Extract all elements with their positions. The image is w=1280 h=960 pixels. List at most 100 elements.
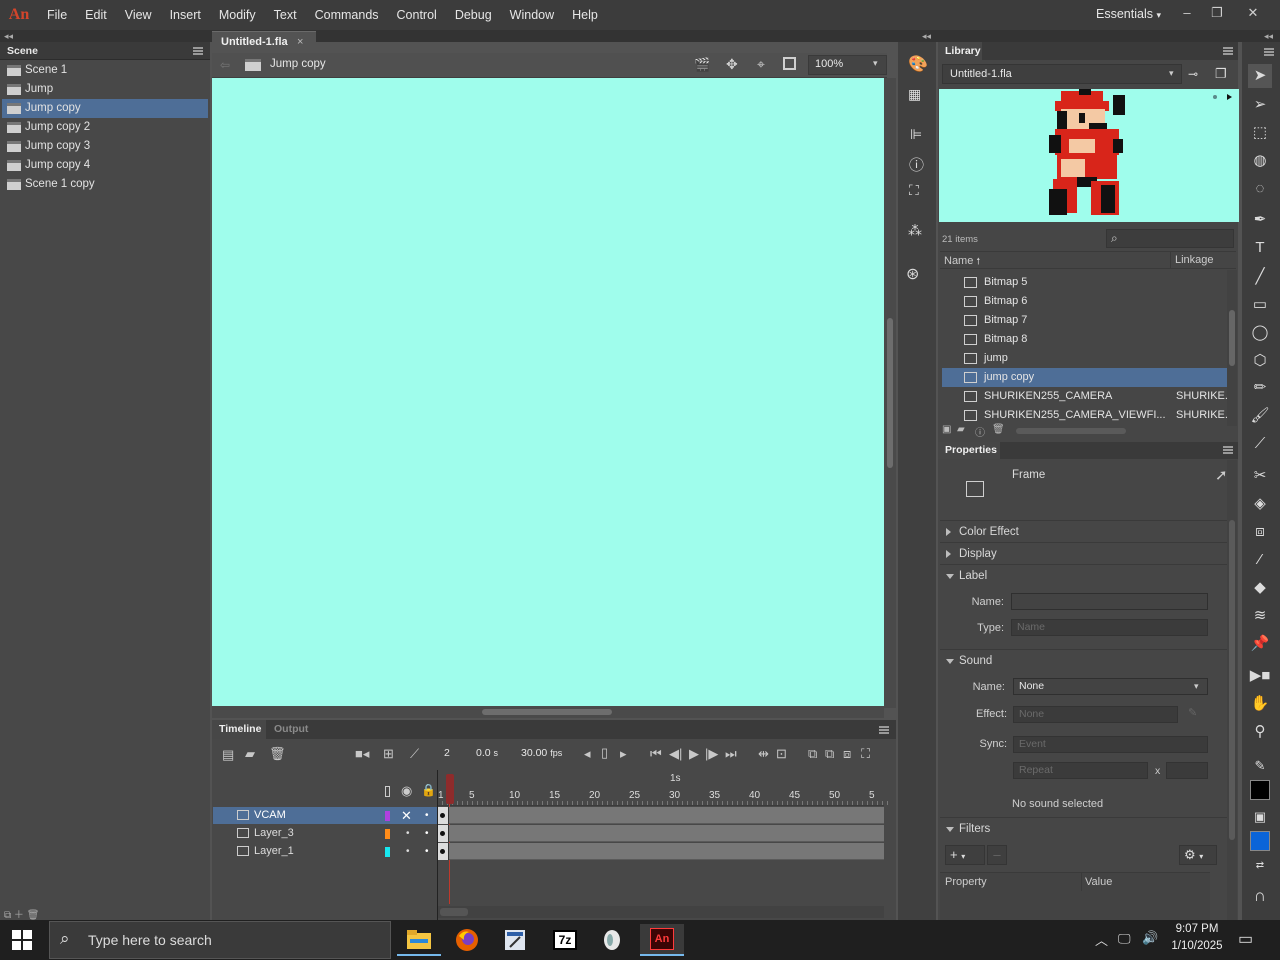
add-filter-button[interactable]: + ▾ — [945, 845, 985, 865]
section-sound[interactable]: Sound — [940, 649, 1228, 671]
taskbar-search[interactable]: ⌕ Type here to search — [49, 921, 391, 959]
info-icon[interactable]: ⓘ — [909, 154, 924, 175]
current-frame-value[interactable]: 2 — [444, 747, 450, 759]
menu-help[interactable]: Help — [563, 0, 607, 30]
menu-view[interactable]: View — [116, 0, 161, 30]
tools-menu-icon[interactable] — [1264, 48, 1274, 56]
outline-toggle-icon[interactable] — [385, 786, 390, 797]
menu-control[interactable]: Control — [388, 0, 446, 30]
sync-select[interactable]: Event — [1013, 736, 1208, 753]
visibility-dot-icon[interactable]: • — [406, 843, 410, 860]
timeline-scrollbar[interactable] — [438, 906, 884, 918]
network-icon[interactable]: 🖵 — [1118, 931, 1131, 947]
volume-icon[interactable]: 🔊 — [1142, 930, 1158, 946]
pen-tool-icon[interactable]: ✒ — [1248, 208, 1272, 232]
layer-color-swatch[interactable] — [385, 811, 390, 821]
library-h-scroll-thumb[interactable] — [1016, 428, 1126, 434]
scene-item[interactable]: Scene 1 copy — [2, 175, 208, 194]
document-tab[interactable]: Untitled-1.fla × — [212, 31, 316, 53]
hand-tool-icon[interactable]: ✋ — [1248, 692, 1272, 716]
lock-icon[interactable]: 🔒 — [421, 783, 436, 797]
label-name-input[interactable] — [1011, 593, 1208, 610]
swap-colors-icon[interactable]: ⇄ — [1248, 854, 1272, 878]
layer-row[interactable]: VCAM ✕ • — [213, 807, 437, 824]
keyframe[interactable] — [438, 807, 449, 824]
library-item[interactable]: jump copy — [942, 368, 1227, 387]
clock-date[interactable]: 1/10/2025 — [1166, 940, 1228, 952]
ink-bottle-tool-icon[interactable]: ⧈ — [1248, 520, 1272, 544]
frame-track[interactable] — [438, 825, 884, 842]
section-label[interactable]: Label — [940, 564, 1228, 586]
collapse-mid-icon[interactable]: ◂◂ — [922, 31, 931, 42]
text-tool-icon[interactable]: T — [1248, 236, 1272, 260]
workspace-switcher[interactable]: Essentials ▾ — [1096, 0, 1161, 30]
last-frame-icon[interactable]: ⏭ — [725, 746, 737, 762]
7zip-icon[interactable]: 7z — [543, 924, 587, 956]
animate-icon[interactable]: An — [640, 924, 684, 956]
stage-vertical-scrollbar[interactable] — [884, 78, 896, 708]
horizontal-scroll-thumb[interactable] — [482, 709, 612, 715]
library-item[interactable]: Bitmap 8 — [942, 330, 1227, 349]
properties-menu-icon[interactable] — [1223, 446, 1233, 454]
swatches-icon[interactable]: ▦ — [908, 86, 921, 103]
asset-warp-tool-icon[interactable]: 📌 — [1248, 632, 1272, 656]
collapse-right-icon[interactable]: ◂◂ — [1264, 31, 1273, 42]
tab-library[interactable]: Library — [938, 42, 982, 60]
repeat-select[interactable]: Repeat — [1013, 762, 1148, 779]
menu-text[interactable]: Text — [265, 0, 306, 30]
breadcrumb-scene[interactable]: Jump copy — [270, 58, 326, 70]
cc-libraries-icon[interactable]: ⊛ — [906, 264, 919, 284]
previous-frame-icon[interactable]: ◀| — [669, 746, 682, 762]
onion-outline-icon[interactable]: ⧉ — [825, 746, 834, 762]
components-icon[interactable]: ⁂ — [908, 222, 922, 239]
line-tool-icon[interactable]: ╱ — [1248, 265, 1272, 289]
scene-item[interactable]: Scene 1 — [2, 61, 208, 80]
transform-icon[interactable]: ⛶ — [909, 182, 919, 199]
layer-color-swatch[interactable] — [385, 847, 390, 857]
label-type-select[interactable]: Name — [1011, 619, 1208, 636]
close-icon[interactable]: ✕ — [1238, 0, 1268, 30]
minimize-icon[interactable]: – — [1172, 0, 1202, 30]
collapse-left-icon[interactable]: ◂◂ — [4, 31, 13, 42]
new-symbol-icon[interactable]: ▣ — [942, 424, 951, 435]
scene-item[interactable]: Jump — [2, 80, 208, 99]
library-item[interactable]: Bitmap 5 — [942, 273, 1227, 292]
subselection-tool-icon[interactable]: ➢ — [1248, 93, 1272, 117]
paint-bucket-tool-icon[interactable]: ◈ — [1248, 492, 1272, 516]
scene-item[interactable]: Jump copy 3 — [2, 137, 208, 156]
zoom-select[interactable]: 100% ▾ — [808, 55, 887, 75]
firefox-icon[interactable] — [445, 924, 489, 956]
new-folder-icon[interactable]: ▰ — [245, 746, 255, 762]
3d-rotation-tool-icon[interactable]: ◍ — [1248, 149, 1272, 173]
edit-scene-icon[interactable]: 🎬 — [694, 57, 710, 73]
hidden-x-icon[interactable]: ✕ — [401, 807, 412, 824]
notifications-icon[interactable]: ▭ — [1238, 929, 1253, 949]
section-color-effect[interactable]: Color Effect — [940, 520, 1228, 542]
section-display[interactable]: Display — [940, 542, 1228, 564]
menu-window[interactable]: Window — [501, 0, 563, 30]
library-item[interactable]: Bitmap 7 — [942, 311, 1227, 330]
loop-icon[interactable]: ▯ — [601, 745, 608, 761]
layer-row[interactable]: Layer_3 • • — [213, 825, 437, 842]
clock-time[interactable]: 9:07 PM — [1166, 923, 1228, 935]
lock-dot-icon[interactable]: • — [425, 843, 429, 860]
selection-tool-icon[interactable]: ➤ — [1248, 64, 1272, 88]
oval-tool-icon[interactable]: ◯ — [1248, 321, 1272, 345]
library-scroll-thumb[interactable] — [1229, 310, 1235, 366]
frame-track[interactable] — [438, 843, 884, 860]
center-frame-icon[interactable]: ⇹ — [758, 746, 769, 762]
library-item[interactable]: Bitmap 6 — [942, 292, 1227, 311]
scene-item[interactable]: Jump copy 4 — [2, 156, 208, 175]
tab-output[interactable]: Output — [274, 720, 308, 739]
eye-icon[interactable]: ◉ — [401, 783, 412, 799]
eyedropper-tool-icon[interactable]: ⁄ — [1248, 548, 1272, 572]
scene-item[interactable]: Jump copy 2 — [2, 118, 208, 137]
polystar-tool-icon[interactable]: ⬡ — [1248, 349, 1272, 373]
width-tool-icon[interactable]: ≋ — [1248, 604, 1272, 628]
pin-icon[interactable]: ⊸ — [1188, 67, 1198, 81]
new-library-panel-icon[interactable]: ❐ — [1215, 66, 1227, 82]
new-layer-icon[interactable]: ▤ — [222, 747, 234, 763]
file-explorer-icon[interactable] — [397, 924, 441, 956]
keyframe[interactable] — [438, 825, 449, 842]
playhead[interactable] — [446, 774, 454, 804]
